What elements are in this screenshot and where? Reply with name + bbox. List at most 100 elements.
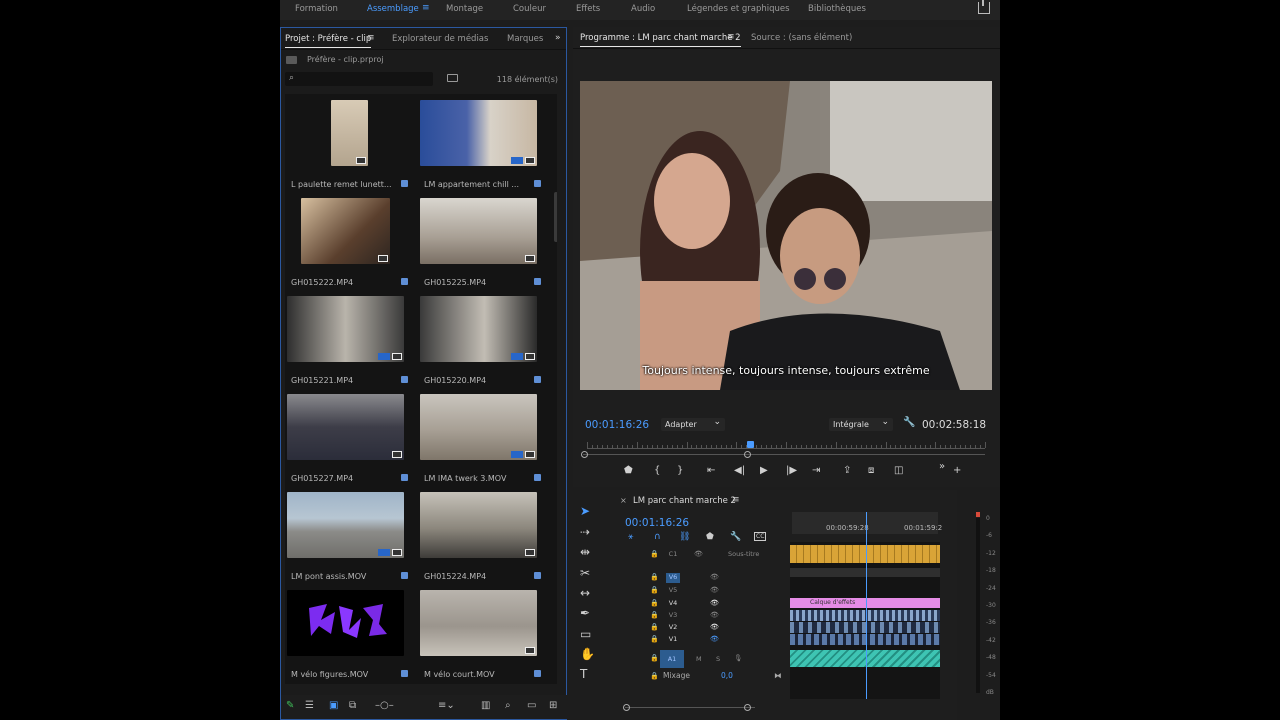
- sequence-tab[interactable]: LM parc chant marche 2: [633, 496, 736, 506]
- track-name[interactable]: V1: [666, 635, 680, 645]
- ripple-edit-icon[interactable]: ⇹: [580, 545, 590, 559]
- automate-icon[interactable]: ▥: [481, 700, 490, 711]
- add-marker-icon[interactable]: ⬟: [624, 465, 633, 476]
- linked-selection-icon[interactable]: ⛓: [679, 532, 690, 542]
- lock-icon[interactable]: 🔒: [650, 586, 659, 594]
- slip-tool-icon[interactable]: ↔: [580, 586, 590, 600]
- workspace-audio[interactable]: Audio: [631, 4, 655, 14]
- grid-scrollbar[interactable]: [554, 192, 557, 242]
- lock-icon[interactable]: 🔒: [650, 635, 659, 643]
- mute-button[interactable]: M: [696, 655, 702, 663]
- media-item[interactable]: M vélo figures.MOV: [287, 590, 419, 684]
- workspace-assemblage[interactable]: Assemblage: [367, 4, 419, 14]
- go-to-in-icon[interactable]: ⇤: [707, 465, 715, 476]
- track-select-icon[interactable]: ⇢: [580, 525, 590, 539]
- captions-icon[interactable]: CC: [754, 532, 767, 541]
- lock-icon[interactable]: 🔒: [650, 672, 659, 680]
- zoom-bar[interactable]: [583, 454, 985, 455]
- monitor-time-ruler[interactable]: [587, 437, 986, 449]
- media-item[interactable]: LM IMA twerk 3.MOV: [420, 394, 552, 492]
- v1-clips[interactable]: [790, 634, 940, 645]
- effects-layer-clip[interactable]: Calque d'effets: [790, 598, 940, 608]
- track-name[interactable]: V3: [666, 611, 680, 621]
- export-frame-icon[interactable]: ◫: [894, 465, 903, 476]
- media-item[interactable]: LM appartement chill ...: [420, 100, 552, 198]
- lock-icon[interactable]: 🔒: [650, 573, 659, 581]
- quality-dropdown[interactable]: Intégrale: [829, 417, 893, 431]
- find-icon[interactable]: ⌕: [505, 700, 511, 711]
- media-item[interactable]: GH015221.MP4: [287, 296, 419, 394]
- eye-icon[interactable]: 👁: [710, 623, 719, 631]
- zoom-handle-left[interactable]: [581, 451, 588, 458]
- more-panels-icon[interactable]: »: [555, 33, 561, 43]
- tab-markers[interactable]: Marques: [507, 34, 543, 44]
- snap-icon[interactable]: ∩: [654, 532, 661, 542]
- track-name[interactable]: V6: [666, 573, 680, 583]
- panel-menu-icon[interactable]: ≡: [367, 33, 375, 43]
- share-icon[interactable]: [978, 0, 990, 14]
- workspace-couleur[interactable]: Couleur: [513, 4, 546, 14]
- lift-icon[interactable]: ⇪: [843, 465, 851, 476]
- list-view-icon[interactable]: ☰: [305, 700, 314, 711]
- mark-out-icon[interactable]: }: [677, 465, 683, 476]
- zoom-handle-left[interactable]: [623, 704, 630, 711]
- panel-menu-icon[interactable]: ≡: [727, 32, 735, 42]
- hamburger-menu-icon[interactable]: ≡: [422, 3, 430, 13]
- media-item[interactable]: GH015220.MP4: [420, 296, 552, 394]
- timeline-timecode[interactable]: 00:01:16:26: [625, 517, 689, 529]
- new-bin-icon[interactable]: [447, 74, 458, 82]
- new-bin-icon[interactable]: ▭: [527, 700, 536, 711]
- track-area[interactable]: Calque d'effets: [790, 512, 940, 699]
- eye-icon[interactable]: 👁: [694, 550, 703, 558]
- media-item[interactable]: GH015224.MP4: [420, 492, 552, 590]
- eye-icon[interactable]: 👁: [710, 599, 719, 607]
- freeform-view-icon[interactable]: ⧉: [349, 700, 356, 711]
- monitor-playhead[interactable]: [747, 441, 755, 448]
- type-tool-icon[interactable]: T: [580, 667, 587, 681]
- timeline-ruler[interactable]: 00:00:59:28 00:01:59:2: [792, 512, 942, 534]
- lock-icon[interactable]: 🔒: [650, 654, 659, 662]
- workspace-montage[interactable]: Montage: [446, 4, 483, 14]
- timeline-zoom-bar[interactable]: [625, 707, 755, 708]
- close-sequence-icon[interactable]: ×: [620, 496, 627, 505]
- lock-icon[interactable]: 🔒: [650, 550, 659, 558]
- razor-tool-icon[interactable]: ✂: [580, 566, 590, 580]
- media-item[interactable]: GH015222.MP4: [287, 198, 419, 296]
- v2-clips[interactable]: [790, 622, 940, 633]
- playhead-timecode[interactable]: 00:01:16:26: [585, 419, 649, 431]
- hand-tool-icon[interactable]: ✋: [580, 647, 595, 661]
- v3-clips[interactable]: [790, 610, 940, 621]
- step-back-icon[interactable]: ◀|: [734, 465, 745, 476]
- search-input[interactable]: ⌕: [285, 72, 433, 86]
- tab-program[interactable]: Programme : LM parc chant marche 2: [580, 33, 741, 47]
- timeline-playhead[interactable]: [866, 512, 867, 699]
- lock-icon[interactable]: 🔒: [650, 599, 659, 607]
- selection-tool-icon[interactable]: ➤: [580, 504, 590, 518]
- workspace-effets[interactable]: Effets: [576, 4, 600, 14]
- tab-project[interactable]: Projet : Préfère - clip: [285, 34, 372, 48]
- workspace-legendes[interactable]: Légendes et graphiques: [687, 4, 790, 14]
- media-item[interactable]: GH015227.MP4: [287, 394, 419, 492]
- lock-icon[interactable]: 🔒: [650, 623, 659, 631]
- solo-button[interactable]: S: [716, 655, 720, 663]
- settings-wrench-icon[interactable]: 🔧: [730, 532, 741, 542]
- pencil-icon[interactable]: ✎: [286, 700, 294, 711]
- tab-source[interactable]: Source : (sans élément): [751, 33, 852, 43]
- eye-icon[interactable]: 👁: [710, 586, 719, 594]
- go-to-out-icon[interactable]: ⇥: [812, 465, 820, 476]
- step-forward-icon[interactable]: |▶: [786, 465, 797, 476]
- track-name[interactable]: C1: [666, 550, 680, 560]
- mic-icon[interactable]: 🎙: [734, 654, 742, 662]
- mark-in-icon[interactable]: {: [654, 465, 660, 476]
- new-item-icon[interactable]: ⊞: [549, 700, 557, 711]
- media-item[interactable]: GH015225.MP4: [420, 198, 552, 296]
- workspace-bibliotheques[interactable]: Bibliothèques: [808, 4, 866, 14]
- eye-icon[interactable]: 👁: [710, 611, 719, 619]
- extract-icon[interactable]: ⧈: [868, 465, 874, 476]
- subtitle-clip[interactable]: [790, 545, 940, 563]
- track-name[interactable]: V4: [666, 599, 680, 609]
- zoom-slider[interactable]: –○–: [375, 700, 394, 711]
- sort-icon[interactable]: ≡⌄: [438, 700, 455, 711]
- media-item[interactable]: LM pont assis.MOV: [287, 492, 419, 590]
- media-item[interactable]: M vélo court.MOV: [420, 590, 552, 684]
